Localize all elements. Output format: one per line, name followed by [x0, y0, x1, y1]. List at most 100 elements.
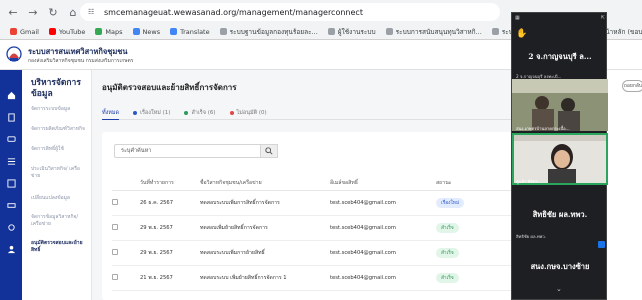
settings-nav-icon[interactable] [0, 216, 22, 238]
bookmark-item[interactable]: ผู้ใช้งานระบบ [327, 27, 376, 37]
results-card: ระบุคำค้นหา วันที่ทำรายการ ชื่อวิสาหกิจช… [102, 132, 512, 300]
forward-icon[interactable]: → [26, 5, 40, 19]
participant-tile-name: สนง.กษจ.บางซ้าย [530, 262, 590, 271]
home-nav-icon[interactable] [0, 84, 22, 106]
table-row[interactable]: 29 พ.ย. 2567 ทดสอบระบบเพิ่มการย้ายสิทธิ์… [112, 240, 512, 266]
video-frame-image [514, 135, 606, 183]
participant-label: สิทธิชัย ผล.ทพว. [516, 234, 547, 239]
bookmark-label: YouTube [58, 27, 86, 36]
rejected-dot [229, 111, 234, 115]
row-checkbox[interactable] [112, 198, 118, 205]
back-button[interactable]: ถอยกลับ [622, 80, 642, 92]
menu-item-products[interactable]: จัดการผลิตภัณฑ์วิสาหกิจ [31, 126, 89, 133]
bookmark-label: ผู้ใช้งานระบบ [337, 27, 376, 36]
table-header: วันที่ทำรายการ ชื่อวิสาหกิจชุมชน/เครือข่… [112, 176, 512, 191]
participant-label: สนง.เกษตรบ้านลาดกระเบื้อ... [516, 126, 570, 131]
bookmark-label: ระบบการสนับสนุนทุนวิสาหกิ... [395, 27, 482, 36]
bookmark-favicon-icon [219, 28, 227, 35]
reload-icon[interactable]: ↻ [46, 5, 60, 19]
menu-item-enterprise-data[interactable]: จัดการข้อมูลวิสาหกิจ/ เครือข่าย [31, 214, 89, 228]
menu-item-data-system[interactable]: จัดการระบบข้อมูล [31, 106, 89, 113]
meeting-window: ▦ ⇱ ✋ 2 จ.กาญจนบุรี ล... 2 จ.กาญจนบุรี ล… [511, 12, 608, 300]
tab-rejected[interactable]: ไม่อนุมัติ (0) [229, 106, 267, 120]
status-tabs: ทั้งหมด เรื่องใหม่ (1) สำเร็จ (6) ไม่อนุ… [102, 106, 512, 120]
chat-nav-icon[interactable] [0, 128, 22, 150]
row-name: ทดสอบระบบเพิ่มการสิทธิ์การจัดการ [200, 190, 330, 216]
row-email: test.sceb404@gmail.com [330, 190, 436, 216]
column-status: สถานะ [436, 176, 512, 191]
address-bar[interactable]: ☷ smcemanageuat.wewasanad.org/management… [80, 3, 500, 21]
table-row[interactable]: 26 ธ.ค. 2567 ทดสอบระบบเพิ่มการสิทธิ์การจ… [112, 190, 512, 216]
row-checkbox[interactable] [112, 273, 118, 280]
raised-hand-icon: ✋ [516, 29, 528, 39]
bookmark-item[interactable]: Gmail [10, 28, 39, 36]
bookmark-item[interactable]: YouTube [48, 27, 86, 36]
column-name: ชื่อวิสาหกิจชุมชน/เครือข่าย [200, 176, 330, 191]
brand-subtitle: กองส่งเสริมวิสาหกิจชุมชน กรมส่งเสริมการเ… [28, 58, 134, 64]
row-name: ทดสอบระบบ เพิ่มย้ายสิทธิ์การจัดการ 1 [200, 265, 330, 291]
site-info-icon[interactable]: ☷ [88, 8, 98, 16]
bookmark-label: Translate [180, 27, 210, 36]
scroll-down-icon[interactable]: ⌄ [556, 285, 562, 293]
search-input[interactable]: ระบุคำค้นหา [114, 144, 269, 158]
bookmark-item[interactable]: Translate [170, 28, 210, 36]
row-email: test.sceb404@gmail.com [330, 240, 436, 266]
tab-all[interactable]: ทั้งหมด [102, 106, 120, 120]
bookmark-favicon-icon [48, 28, 56, 35]
home-icon[interactable]: ⌂ [66, 5, 80, 19]
row-name: ทดสอบเพิ่มย้ายสิทธิ์การจัดการ [200, 215, 330, 241]
row-checkbox[interactable] [112, 223, 118, 230]
menu-item-change-data[interactable]: เปลี่ยนแปลงข้อมูล [31, 195, 89, 202]
search-icon[interactable] [260, 144, 278, 158]
tab-approved[interactable]: สำเร็จ (6) [184, 106, 216, 120]
participant-video [512, 79, 608, 131]
bookmark-item[interactable]: Maps [95, 27, 123, 36]
bookmark-favicon-icon [132, 28, 140, 35]
menu-item-evaluate[interactable]: ประเมินวิสาหกิจ/ เครือข่าย [31, 166, 89, 180]
status-badge: สำเร็จ [436, 222, 459, 233]
more-options-icon[interactable] [598, 241, 605, 248]
row-date: 29 พ.ย. 2567 [140, 215, 200, 241]
icon-sidebar [0, 70, 22, 300]
row-name: ทดสอบระบบเพิ่มการย้ายสิทธิ์ [200, 240, 330, 266]
expand-icon[interactable]: ⇱ [601, 15, 605, 21]
bookmark-favicon-icon [10, 28, 17, 35]
print-nav-icon[interactable] [0, 194, 22, 216]
menu-item-user-rights[interactable]: จัดการสิทธิ์ผู้ใช้ [31, 146, 89, 153]
row-email: test.sceb404@gmail.com [330, 265, 436, 291]
bookmark-label: News [142, 27, 161, 36]
back-icon[interactable]: ← [6, 5, 20, 19]
department-logo [6, 46, 22, 62]
status-badge: สำเร็จ [436, 272, 459, 283]
table-row[interactable]: 21 พ.ย. 2567 ทดสอบระบบ เพิ่มย้ายสิทธิ์กา… [112, 265, 512, 291]
approved-dot [184, 111, 189, 115]
table-row[interactable]: 29 พ.ย. 2567 ทดสอบเพิ่มย้ายสิทธิ์การจัดก… [112, 215, 512, 241]
inbox-nav-icon[interactable] [0, 172, 22, 194]
bookmark-label: ระบบฐานข้อมูลกองทุนร้อยละ... [229, 27, 318, 36]
bookmark-label: Gmail [20, 27, 39, 36]
meeting-toolbar: ▦ ⇱ [512, 13, 608, 23]
video-frame-image [512, 79, 608, 131]
status-badge: เรื่องใหม่ [436, 197, 465, 208]
row-checkbox[interactable] [112, 248, 118, 255]
tab-new[interactable]: เรื่องใหม่ (1) [133, 106, 170, 120]
requests-table: วันที่ทำรายการ ชื่อวิสาหกิจชุมชน/เครือข่… [112, 176, 512, 291]
management-menu: บริหารจัดการข้อมูล จัดการระบบข้อมูล จัดก… [22, 70, 92, 300]
bookmark-item[interactable]: ระบบฐานข้อมูลกองทุนร้อยละ... [219, 27, 318, 37]
url-text: smcemanageuat.wewasanad.org/management/m… [104, 7, 363, 17]
list-nav-icon[interactable] [0, 150, 22, 172]
grid-icon[interactable]: ▦ [515, 15, 520, 21]
document-nav-icon[interactable] [0, 106, 22, 128]
bookmark-item[interactable]: ระบบการสนับสนุนทุนวิสาหกิ... [385, 27, 482, 37]
select-column [112, 176, 140, 191]
status-badge: สำเร็จ [436, 247, 459, 258]
participant-tile-name: 2 จ.กาญจนบุรี ล... [528, 52, 592, 61]
row-date: 29 พ.ย. 2567 [140, 240, 200, 266]
column-email: อีเมล์ขอสิทธิ์ [330, 176, 436, 191]
user-nav-icon[interactable] [0, 238, 22, 260]
new-dot [133, 111, 138, 115]
bookmark-item[interactable]: News [132, 27, 161, 36]
bookmark-label: Maps [105, 27, 123, 36]
menu-item-approve-transfer[interactable]: อนุมัติตรวจสอบและย้ายสิทธิ์ [31, 240, 89, 254]
bookmark-favicon-icon [491, 28, 499, 35]
